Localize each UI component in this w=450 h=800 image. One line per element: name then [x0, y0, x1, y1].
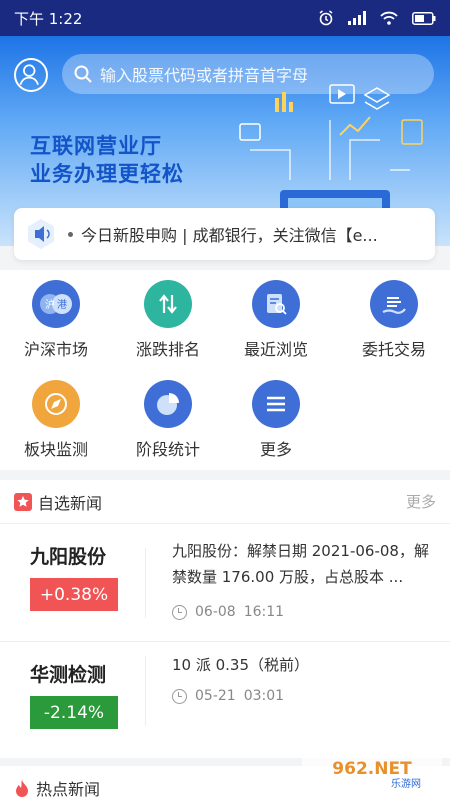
news-row[interactable]: 华测检测 -2.14% 10 派 0.35（税前） 05-21 03:01 [0, 641, 450, 758]
watch-news-title: 自选新闻 [38, 493, 103, 513]
battery-icon [412, 11, 436, 25]
news-meta: 05-21 03:01 [172, 688, 284, 704]
watermark-logo-icon: 962.NET 乐游网 [302, 754, 442, 790]
grid-label-hushen-market: 沪深市场 [23, 340, 88, 359]
news-time: 03:01 [243, 688, 285, 704]
news-time: 16:11 [243, 604, 285, 620]
watch-news-more-link[interactable]: 更多 [406, 491, 436, 512]
signal-icon [348, 11, 366, 25]
stage-stats-icon [144, 380, 192, 428]
banner-slogan: 互联网营业厅 业务办理更轻松 [30, 132, 184, 188]
watermark-text: 962.NET [332, 759, 412, 779]
news-headline: 九阳股份：解禁日期 2021-06-08，解禁数量 176.00 万股，占总股本… [172, 542, 429, 586]
stock-name: 九阳股份 [30, 546, 107, 568]
row-divider [145, 548, 146, 618]
notice-ticker[interactable]: 今日新股申购 | 成都银行，关注微信【e... [14, 208, 435, 260]
badge-gang-text: 港 [57, 299, 67, 311]
status-bar: 下午 1:22 [0, 0, 450, 36]
news-date: 05-21 [195, 688, 236, 704]
grid-label-entrust-trade: 委托交易 [361, 340, 426, 359]
grid-item-more[interactable]: 更多 [220, 380, 332, 460]
grid-label-more: 更多 [259, 440, 292, 459]
sector-monitor-icon [32, 380, 80, 428]
status-time: 下午 1:22 [14, 9, 83, 28]
updown-ranking-icon [144, 280, 192, 328]
grid-item-sector-monitor[interactable]: 板块监测 [0, 380, 112, 460]
news-meta: 06-08 16:11 [172, 604, 284, 620]
function-grid: 沪港 沪深市场 涨跌排名 最近浏览 委托交易 板块监测 阶段统计 更多 [0, 270, 450, 470]
system-icons [318, 10, 436, 26]
more-menu-icon [252, 380, 300, 428]
alarm-icon [319, 10, 333, 26]
clock-icon [172, 688, 187, 704]
grid-label-updown-ranking: 涨跌排名 [135, 340, 200, 359]
grid-item-updown-ranking[interactable]: 涨跌排名 [112, 280, 224, 360]
news-headline: 10 派 0.35（税前） [172, 656, 310, 674]
grid-item-hushen-market[interactable]: 沪港 沪深市场 [0, 280, 112, 360]
search-icon [74, 65, 92, 83]
clock-icon [172, 604, 187, 620]
grid-label-sector-monitor: 板块监测 [23, 440, 88, 459]
grid-label-stage-stats: 阶段统计 [135, 440, 200, 459]
star-badge-icon [14, 492, 32, 511]
row-divider [145, 656, 146, 726]
watermark-subtext: 乐游网 [391, 777, 421, 790]
recent-browse-icon [252, 280, 300, 328]
watch-news-header: 自选新闻 更多 [0, 480, 450, 524]
stock-change-badge: +0.38% [30, 578, 118, 611]
badge-hu-text: 沪 [45, 298, 55, 311]
grid-item-recent-browse[interactable]: 最近浏览 [220, 280, 332, 360]
wifi-icon [380, 11, 398, 25]
stock-change-badge: -2.14% [30, 696, 118, 729]
flame-icon [16, 779, 28, 797]
stock-name: 华测检测 [30, 664, 107, 686]
grid-label-recent-browse: 最近浏览 [243, 340, 308, 359]
news-row[interactable]: 九阳股份 +0.38% 九阳股份：解禁日期 2021-06-08，解禁数量 17… [0, 524, 450, 641]
speaker-icon [28, 219, 54, 249]
news-date: 06-08 [195, 604, 236, 620]
banner-line-1: 互联网营业厅 [30, 134, 162, 158]
grid-item-stage-stats[interactable]: 阶段统计 [112, 380, 224, 460]
entrust-trade-icon [370, 280, 418, 328]
ticker-bullet [68, 231, 73, 237]
hushen-market-icon: 沪港 [32, 280, 80, 328]
user-avatar-icon[interactable] [14, 58, 48, 92]
ticker-text: 今日新股申购 | 成都银行，关注微信【e... [81, 226, 378, 245]
banner-line-2: 业务办理更轻松 [30, 162, 184, 186]
grid-item-entrust-trade[interactable]: 委托交易 [338, 280, 450, 360]
watch-news-list: 九阳股份 +0.38% 九阳股份：解禁日期 2021-06-08，解禁数量 17… [0, 524, 450, 758]
